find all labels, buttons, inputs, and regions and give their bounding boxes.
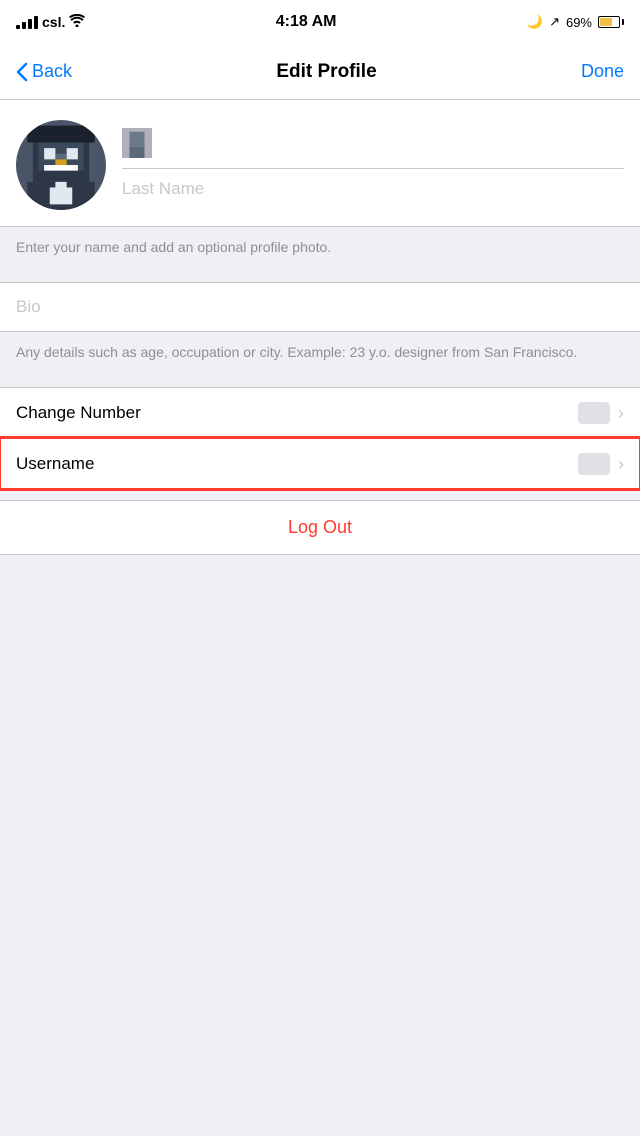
moon-icon: 🌙 — [527, 14, 543, 30]
nav-bar: Back Edit Profile Done — [0, 44, 640, 100]
bio-help-section: Any details such as age, occupation or c… — [0, 332, 640, 377]
battery-icon — [598, 16, 624, 28]
change-number-badge — [578, 402, 610, 424]
username-badge — [578, 453, 610, 475]
bio-help-text: Any details such as age, occupation or c… — [16, 342, 624, 363]
back-button[interactable]: Back — [16, 61, 72, 82]
first-name-input[interactable] — [160, 133, 624, 153]
change-number-row[interactable]: Change Number › — [0, 388, 640, 438]
carrier-label: csl. — [42, 14, 65, 30]
username-chevron-icon: › — [618, 454, 624, 475]
profile-section — [0, 100, 640, 227]
battery-percent: 69% — [566, 15, 592, 30]
first-name-row — [122, 128, 624, 169]
logout-section: Log Out — [0, 500, 640, 555]
status-left: csl. — [16, 14, 85, 30]
settings-group: Change Number › Username › — [0, 387, 640, 490]
name-help-section: Enter your name and add an optional prof… — [0, 227, 640, 272]
page-title: Edit Profile — [276, 61, 376, 83]
name-help-text: Enter your name and add an optional prof… — [16, 237, 624, 258]
done-button[interactable]: Done — [581, 61, 624, 82]
change-number-label: Change Number — [16, 403, 141, 423]
status-bar: csl. 4:18 AM 🌙 ↗ 69% — [0, 0, 640, 44]
status-time: 4:18 AM — [276, 13, 337, 31]
username-right: › — [578, 453, 624, 475]
last-name-input[interactable] — [122, 179, 624, 199]
bio-input[interactable] — [16, 297, 624, 317]
username-label: Username — [16, 454, 94, 474]
name-fields — [122, 120, 624, 199]
first-name-icon — [122, 128, 152, 158]
wifi-icon — [69, 14, 85, 30]
change-number-right: › — [578, 402, 624, 424]
username-row[interactable]: Username › — [0, 438, 640, 489]
signal-icon — [16, 15, 38, 29]
avatar-image — [16, 120, 106, 210]
avatar[interactable] — [16, 120, 106, 210]
location-icon: ↗ — [549, 14, 560, 30]
status-right: 🌙 ↗ 69% — [527, 14, 624, 30]
chevron-right-icon: › — [618, 403, 624, 424]
logout-button[interactable]: Log Out — [288, 517, 352, 538]
bio-section — [0, 282, 640, 332]
